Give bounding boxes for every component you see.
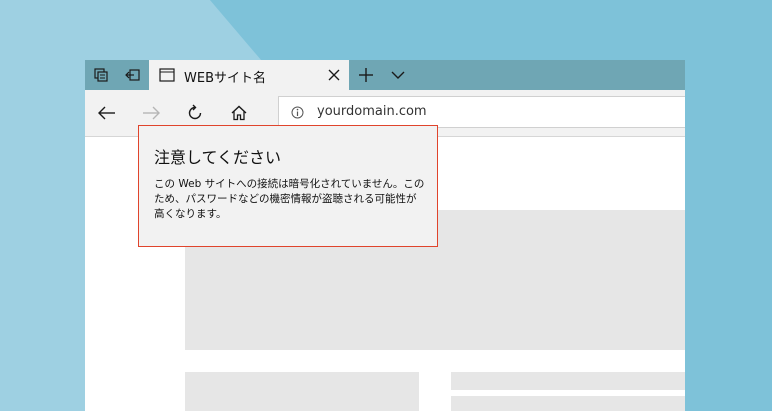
forward-arrow-icon bbox=[143, 106, 160, 120]
url-text: yourdomain.com bbox=[317, 104, 427, 119]
back-button[interactable] bbox=[97, 103, 117, 123]
forward-button[interactable] bbox=[141, 103, 161, 123]
address-bar[interactable]: yourdomain.com bbox=[278, 96, 685, 128]
back-arrow-icon bbox=[98, 106, 115, 120]
tab-bar: WEBサイト名 bbox=[85, 60, 685, 90]
refresh-button[interactable] bbox=[185, 103, 205, 123]
close-icon bbox=[328, 69, 340, 81]
tabs-aside-button[interactable] bbox=[88, 60, 114, 90]
restore-tabs-icon bbox=[125, 69, 140, 81]
restore-tabs-button[interactable] bbox=[120, 60, 146, 90]
refresh-icon bbox=[188, 104, 202, 120]
new-tab-button[interactable] bbox=[357, 66, 375, 84]
content-placeholder-line bbox=[451, 372, 685, 390]
tab-title: WEBサイト名 bbox=[184, 71, 266, 86]
warning-message: この Web サイトへの接続は暗号化されていません。このため、パスワードなどの機… bbox=[154, 178, 425, 220]
content-placeholder-line bbox=[451, 396, 685, 411]
site-info-warning-popup: 注意してください この Web サイトへの接続は暗号化されていません。このため、… bbox=[138, 125, 438, 247]
tab-list-button[interactable] bbox=[389, 66, 407, 84]
close-tab-button[interactable] bbox=[325, 66, 343, 84]
active-tab[interactable]: WEBサイト名 bbox=[149, 60, 349, 90]
tabs-aside-icon bbox=[94, 68, 108, 82]
chevron-down-icon bbox=[391, 71, 405, 79]
warning-title: 注意してください bbox=[154, 148, 282, 167]
plus-icon bbox=[359, 68, 373, 82]
info-icon[interactable] bbox=[291, 106, 304, 119]
page-icon bbox=[159, 68, 175, 82]
home-button[interactable] bbox=[229, 103, 249, 123]
home-icon bbox=[231, 105, 247, 121]
content-placeholder-card bbox=[185, 372, 419, 411]
